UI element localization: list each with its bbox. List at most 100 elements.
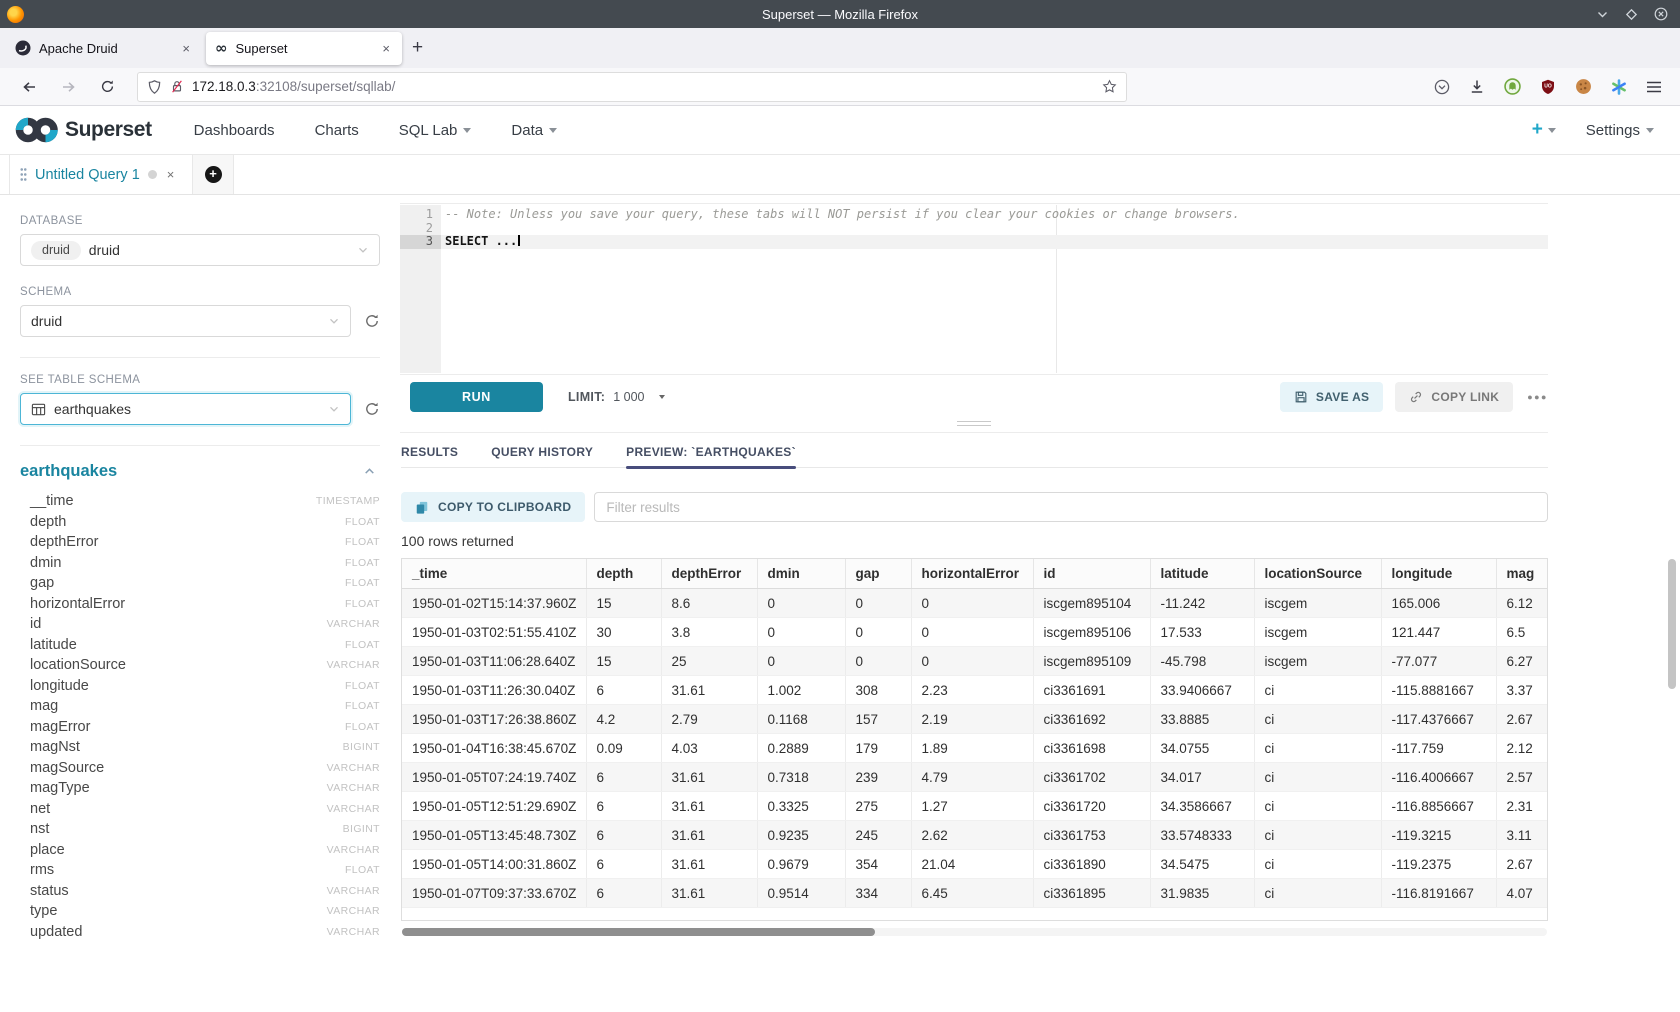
refresh-tables-icon[interactable] bbox=[364, 401, 380, 417]
nav-item-charts[interactable]: Charts bbox=[315, 122, 359, 139]
divider bbox=[400, 432, 1548, 433]
limit-dropdown[interactable]: LIMIT: 1 000 bbox=[568, 390, 665, 404]
table-select[interactable]: earthquakes bbox=[20, 393, 351, 425]
column-header[interactable]: depth bbox=[586, 559, 661, 589]
table-column-row: longitudeFLOAT bbox=[20, 676, 380, 697]
copy-link-button[interactable]: COPY LINK bbox=[1395, 382, 1513, 412]
sql-code-editor[interactable]: 123 -- Note: Unless you save your query,… bbox=[400, 203, 1548, 375]
table-cell: ci3361691 bbox=[1033, 676, 1150, 705]
tab-close-icon[interactable]: × bbox=[379, 41, 393, 56]
column-header[interactable]: id bbox=[1033, 559, 1150, 589]
add-query-tab[interactable]: + bbox=[193, 155, 234, 194]
column-header[interactable]: horizontalError bbox=[911, 559, 1033, 589]
column-type: FLOAT bbox=[345, 680, 380, 692]
insecure-lock-icon[interactable] bbox=[170, 79, 184, 94]
results-tab[interactable]: QUERY HISTORY bbox=[491, 437, 593, 467]
table-cell: 1.89 bbox=[911, 734, 1033, 763]
column-header[interactable]: _time bbox=[402, 559, 586, 589]
browser-toolbar: 172.18.0.3:32108/superset/sqllab/ UO bbox=[0, 68, 1680, 106]
browser-tab-label: Apache Druid bbox=[39, 41, 179, 56]
table-cell: 1.002 bbox=[757, 676, 845, 705]
table-cell: iscgem bbox=[1254, 589, 1381, 618]
horizontal-scrollbar[interactable] bbox=[402, 928, 1547, 936]
column-name: horizontalError bbox=[30, 596, 125, 612]
column-header[interactable]: gap bbox=[845, 559, 911, 589]
column-header[interactable]: mag bbox=[1496, 559, 1548, 589]
tracking-shield-icon[interactable] bbox=[147, 79, 162, 95]
window-minimize-icon[interactable] bbox=[1596, 8, 1609, 21]
table-cell: 2.19 bbox=[911, 705, 1033, 734]
table-cell: -77.077 bbox=[1381, 647, 1496, 676]
window-close-icon[interactable] bbox=[1654, 7, 1668, 21]
reload-icon[interactable] bbox=[88, 79, 127, 94]
save-as-button[interactable]: SAVE AS bbox=[1280, 382, 1383, 412]
table-column-row: magErrorFLOAT bbox=[20, 717, 380, 738]
column-header[interactable]: dmin bbox=[757, 559, 845, 589]
table-row: 1950-01-04T16:38:45.670Z0.094.030.288917… bbox=[402, 734, 1548, 763]
column-type: VARCHAR bbox=[327, 618, 380, 630]
browser-tab-druid[interactable]: Apache Druid × bbox=[6, 32, 202, 65]
table-column-row: depthFLOAT bbox=[20, 512, 380, 533]
nav-item-dashboards[interactable]: Dashboards bbox=[194, 122, 275, 139]
table-cell: 0 bbox=[911, 647, 1033, 676]
run-button[interactable]: RUN bbox=[410, 382, 543, 412]
brand-wordmark[interactable]: Superset bbox=[65, 118, 152, 142]
tab-close-icon[interactable]: × bbox=[179, 41, 193, 56]
extension-asterisk-icon[interactable] bbox=[1611, 79, 1627, 95]
nav-item-data[interactable]: Data bbox=[511, 122, 557, 139]
query-tab-close-icon[interactable]: × bbox=[167, 167, 175, 182]
horizontal-scrollbar-thumb[interactable] bbox=[402, 928, 875, 936]
superset-logo[interactable] bbox=[14, 116, 60, 144]
pocket-icon[interactable] bbox=[1434, 79, 1450, 95]
settings-menu[interactable]: Settings bbox=[1586, 122, 1654, 139]
table-column-row: __timeTIMESTAMP bbox=[20, 491, 380, 512]
filter-results-input[interactable] bbox=[594, 492, 1548, 522]
vertical-scrollbar-thumb[interactable] bbox=[1668, 559, 1676, 689]
table-schema-label: SEE TABLE SCHEMA bbox=[20, 374, 380, 386]
results-tab[interactable]: PREVIEW: `EARTHQUAKES` bbox=[626, 437, 796, 467]
ublock-icon[interactable]: UO bbox=[1540, 79, 1556, 95]
database-select[interactable]: druid druid bbox=[20, 234, 380, 266]
more-options-icon[interactable]: ●●● bbox=[1527, 392, 1548, 402]
copy-to-clipboard-button[interactable]: COPY TO CLIPBOARD bbox=[401, 492, 585, 522]
superset-favicon: ∞ bbox=[215, 40, 228, 56]
nav-item-sql-lab[interactable]: SQL Lab bbox=[399, 122, 472, 139]
table-cell: ci3361753 bbox=[1033, 821, 1150, 850]
downloads-icon[interactable] bbox=[1469, 79, 1485, 95]
table-cell: ci3361895 bbox=[1033, 879, 1150, 908]
back-icon[interactable] bbox=[10, 80, 49, 94]
table-cell: iscgem895104 bbox=[1033, 589, 1150, 618]
forward-icon[interactable] bbox=[49, 80, 88, 94]
superset-navbar: Superset Dashboards Charts SQL Lab Data … bbox=[0, 106, 1680, 155]
column-type: VARCHAR bbox=[327, 885, 380, 897]
table-cell: 275 bbox=[845, 792, 911, 821]
window-maximize-icon[interactable] bbox=[1625, 8, 1638, 21]
table-schema-title[interactable]: earthquakes bbox=[20, 462, 117, 481]
column-header[interactable]: depthError bbox=[661, 559, 757, 589]
table-cell: -45.798 bbox=[1150, 647, 1254, 676]
column-header[interactable]: latitude bbox=[1150, 559, 1254, 589]
query-tab[interactable]: Untitled Query 1 × bbox=[9, 155, 193, 194]
table-cell: 17.533 bbox=[1150, 618, 1254, 647]
column-type: FLOAT bbox=[345, 536, 380, 548]
new-tab-button[interactable]: + bbox=[412, 37, 423, 59]
refresh-schema-icon[interactable] bbox=[364, 313, 380, 329]
url-bar[interactable]: 172.18.0.3:32108/superset/sqllab/ bbox=[137, 72, 1127, 102]
bookmark-star-icon[interactable] bbox=[1102, 79, 1117, 94]
menu-hamburger-icon[interactable] bbox=[1646, 80, 1662, 94]
pane-resize-handle[interactable] bbox=[957, 421, 991, 429]
column-header[interactable]: locationSource bbox=[1254, 559, 1381, 589]
collapse-chevron-up-icon[interactable] bbox=[363, 465, 376, 478]
drag-handle-icon[interactable] bbox=[20, 167, 27, 182]
results-tab[interactable]: RESULTS bbox=[401, 437, 458, 467]
new-item-button[interactable]: + bbox=[1532, 119, 1556, 141]
column-type: VARCHAR bbox=[327, 844, 380, 856]
table-column-row: rmsFLOAT bbox=[20, 860, 380, 881]
schema-select[interactable]: druid bbox=[20, 305, 351, 337]
column-header[interactable]: longitude bbox=[1381, 559, 1496, 589]
table-cell: 4.03 bbox=[661, 734, 757, 763]
privacy-extension-icon[interactable] bbox=[1504, 78, 1521, 95]
cookie-extension-icon[interactable] bbox=[1575, 78, 1592, 95]
table-row: 1950-01-03T11:06:28.640Z1525000iscgem895… bbox=[402, 647, 1548, 676]
browser-tab-superset[interactable]: ∞ Superset × bbox=[206, 32, 402, 65]
